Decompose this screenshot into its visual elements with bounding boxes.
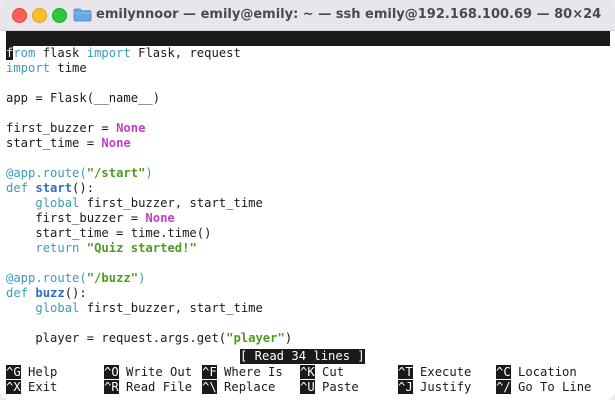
code-line[interactable]: start_time = None <box>6 136 131 151</box>
shortcut-exit[interactable]: ^X Exit <box>6 380 57 395</box>
code-line[interactable]: @app.route("/start") <box>6 166 153 181</box>
shortcut-help[interactable]: ^G Help <box>6 365 57 380</box>
terminal-content[interactable]: GNU nano 8.4 quizweek11_server.py from f… <box>0 31 615 400</box>
title-bar[interactable]: emilynnoor — emily@emily: ~ — ssh emily@… <box>0 0 615 31</box>
shortcut-where-is[interactable]: ^F Where Is <box>202 365 283 380</box>
shortcut-write-out[interactable]: ^O Write Out <box>104 365 192 380</box>
code-line[interactable]: player = request.args.get("player") <box>6 331 292 346</box>
code-line[interactable]: global first_buzzer, start_time <box>6 196 262 211</box>
code-line[interactable]: from flask import Flask, request <box>6 46 241 61</box>
shortcut-go-to-line[interactable]: ^/ Go To Line <box>496 380 591 395</box>
shortcut-read-file[interactable]: ^R Read File <box>104 380 192 395</box>
shortcut-execute[interactable]: ^T Execute <box>398 365 471 380</box>
code-line[interactable]: @app.route("/buzz") <box>6 271 145 286</box>
shortcut-cut[interactable]: ^K Cut <box>300 365 344 380</box>
code-line[interactable]: def buzz(): <box>6 286 87 301</box>
minimize-button[interactable] <box>32 8 47 23</box>
zoom-button[interactable] <box>52 8 67 23</box>
nano-header: GNU nano 8.4 quizweek11_server.py <box>6 31 610 75</box>
status-message: [ Read 34 lines ] <box>240 349 365 364</box>
close-button[interactable] <box>12 8 27 23</box>
shortcut-replace[interactable]: ^\ Replace <box>202 380 275 395</box>
code-line[interactable]: first_buzzer = None <box>6 121 145 136</box>
code-line[interactable]: first_buzzer = None <box>6 211 174 226</box>
shortcut-paste[interactable]: ^U Paste <box>300 380 359 395</box>
code-line[interactable]: global first_buzzer, start_time <box>6 301 262 316</box>
code-line[interactable]: app = Flask(__name__) <box>6 91 160 106</box>
code-line[interactable]: import time <box>6 61 87 76</box>
folder-icon <box>73 8 92 22</box>
code-line[interactable]: def start(): <box>6 181 94 196</box>
code-line[interactable]: return "Quiz started!" <box>6 241 196 256</box>
terminal-window: emilynnoor — emily@emily: ~ — ssh emily@… <box>0 0 615 400</box>
shortcut-location[interactable]: ^C Location <box>496 365 577 380</box>
shortcut-justify[interactable]: ^J Justify <box>398 380 471 395</box>
window-title: emilynnoor — emily@emily: ~ — ssh emily@… <box>96 7 602 22</box>
nano-filename: quizweek11_server.py <box>249 61 396 75</box>
code-line[interactable]: start_time = time.time() <box>6 226 211 241</box>
